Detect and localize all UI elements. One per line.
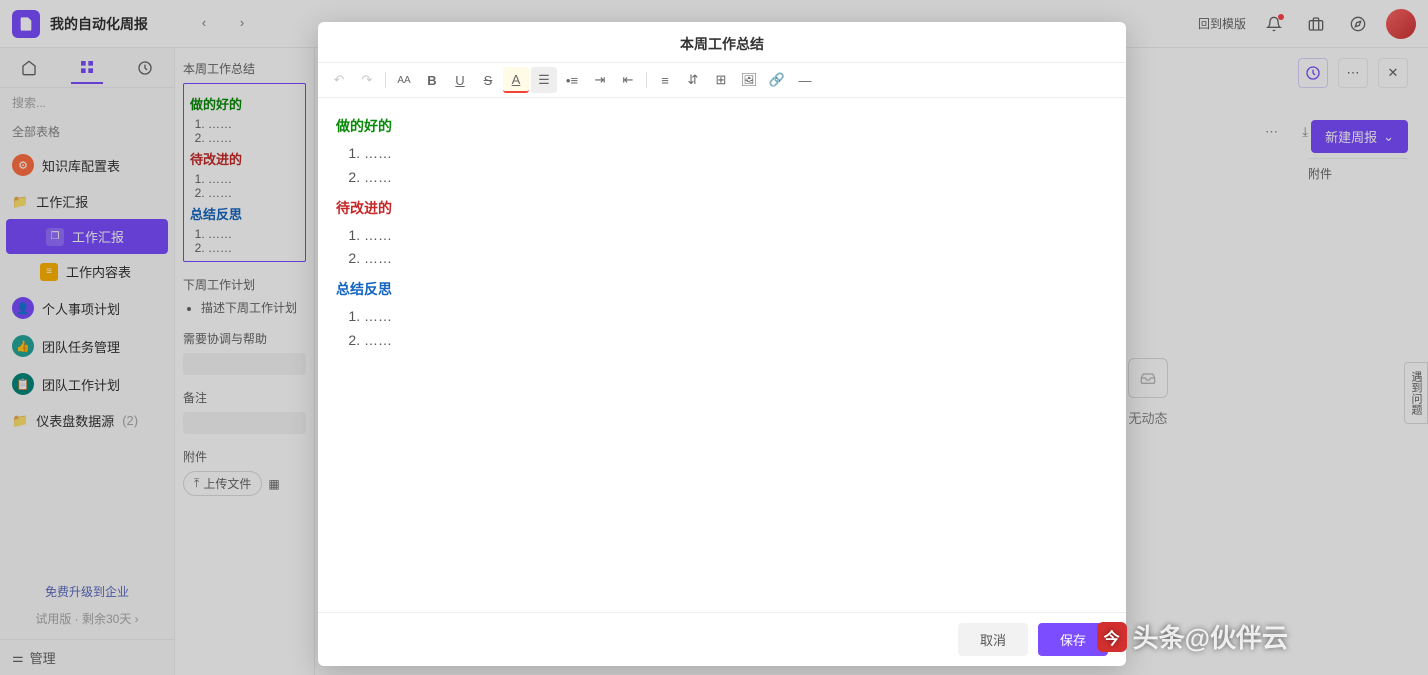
line-height-icon[interactable]: ⇵ [680,67,706,93]
list-item[interactable]: …… [364,247,1108,271]
hr-icon[interactable]: — [792,67,818,93]
nav-forward-icon[interactable]: › [228,8,256,36]
heading-bad: 待改进的 [336,198,1108,218]
cancel-button[interactable]: 取消 [958,623,1028,656]
undo-icon[interactable]: ↶ [326,67,352,93]
outdent-icon[interactable]: ⇤ [615,67,641,93]
font-size-icon[interactable]: AA [391,67,417,93]
list-item[interactable]: …… [364,329,1108,353]
ordered-list-icon[interactable]: ☰ [531,67,557,93]
strike-icon[interactable]: S [475,67,501,93]
list-item[interactable]: …… [364,224,1108,248]
table-icon[interactable]: ⊞ [708,67,734,93]
list-item[interactable]: …… [364,305,1108,329]
bullet-list-icon[interactable]: •≡ [559,67,585,93]
link-icon[interactable]: 🔗 [764,67,790,93]
indent-icon[interactable]: ⇥ [587,67,613,93]
underline-icon[interactable]: U [447,67,473,93]
list-item[interactable]: …… [364,142,1108,166]
redo-icon[interactable]: ↷ [354,67,380,93]
editor-modal: 本周工作总结 ↶ ↷ AA B U S A ☰ •≡ ⇥ ⇤ ≡ ⇵ ⊞ 🖼 🔗… [318,22,1126,666]
modal-title: 本周工作总结 [318,22,1126,62]
align-icon[interactable]: ≡ [652,67,678,93]
heading-good: 做的好的 [336,116,1108,136]
editor-toolbar: ↶ ↷ AA B U S A ☰ •≡ ⇥ ⇤ ≡ ⇵ ⊞ 🖼 🔗 — [318,62,1126,98]
editor-body[interactable]: 做的好的 ………… 待改进的 ………… 总结反思 ………… [318,98,1126,612]
save-button[interactable]: 保存 [1038,623,1108,656]
nav-back-icon[interactable]: ‹ [190,8,218,36]
text-color-icon[interactable]: A [503,67,529,93]
bold-icon[interactable]: B [419,67,445,93]
image-icon[interactable]: 🖼 [736,67,762,93]
list-item[interactable]: …… [364,166,1108,190]
heading-reflect: 总结反思 [336,279,1108,299]
